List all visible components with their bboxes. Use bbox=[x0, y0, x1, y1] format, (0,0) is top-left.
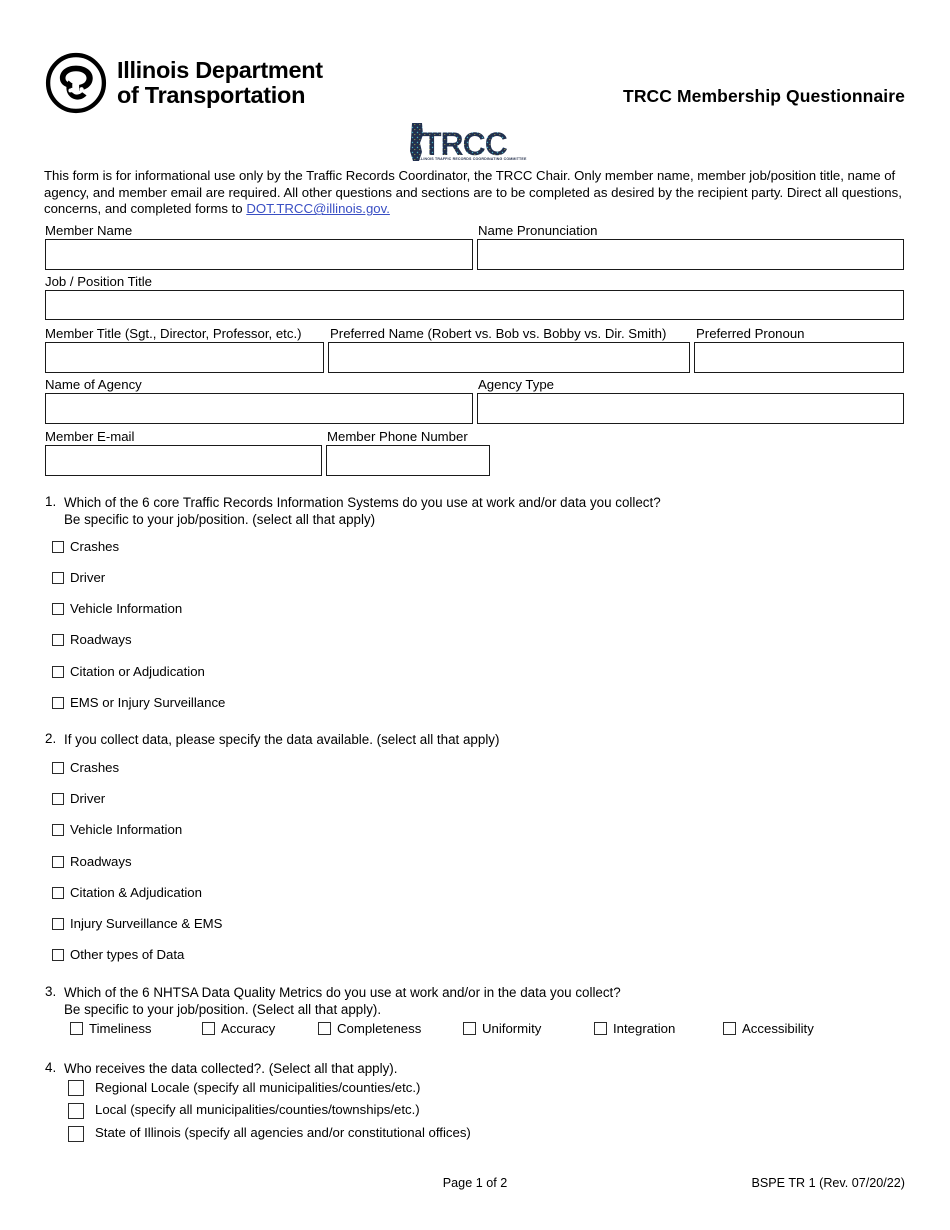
q2-line1: If you collect data, please specify the … bbox=[64, 732, 500, 747]
label-member-email: Member E-mail bbox=[45, 429, 135, 444]
idot-wordmark: Illinois Department of Transportation bbox=[117, 58, 323, 108]
q4-checkbox-regional-locale[interactable] bbox=[68, 1080, 84, 1096]
trcc-tagline: ILLINOIS TRAFFIC RECORDS COORDINATING CO… bbox=[417, 157, 527, 161]
q3-option-label-2: Completeness bbox=[337, 1021, 422, 1036]
trcc-email-link[interactable]: DOT.TRCC@illinois.gov. bbox=[246, 201, 390, 216]
q2-checkbox-other-types-of-data[interactable] bbox=[52, 949, 64, 961]
q2-checkbox-roadways[interactable] bbox=[52, 856, 64, 868]
q2-checkbox-driver[interactable] bbox=[52, 793, 64, 805]
q1-option-label-1: Driver bbox=[70, 570, 106, 585]
q2-option-label-0: Crashes bbox=[70, 760, 120, 775]
job-position-title-input[interactable] bbox=[45, 290, 904, 320]
q1-checkbox-vehicle-information[interactable] bbox=[52, 603, 64, 615]
preferred-name-input[interactable] bbox=[328, 342, 690, 373]
page-title: TRCC Membership Questionnaire bbox=[623, 86, 905, 106]
idot-agency-line2: of Transportation bbox=[117, 82, 306, 108]
label-member-title: Member Title (Sgt., Director, Professor,… bbox=[45, 326, 302, 341]
q3-checkbox-completeness[interactable] bbox=[318, 1022, 331, 1035]
q1-option-label-4: Citation or Adjudication bbox=[70, 664, 205, 679]
q1-checkbox-ems-or-injury-surveillance[interactable] bbox=[52, 697, 64, 709]
intro-paragraph: This form is for informational use only … bbox=[44, 168, 908, 218]
q1-option-label-5: EMS or Injury Surveillance bbox=[70, 695, 226, 710]
q4-number: 4. bbox=[45, 1060, 57, 1075]
footer-form-code: BSPE TR 1 (Rev. 07/20/22) bbox=[751, 1176, 905, 1190]
label-agency-type: Agency Type bbox=[478, 377, 555, 392]
q2-option-label-1: Driver bbox=[70, 791, 106, 806]
q3-line1: Which of the 6 NHTSA Data Quality Metric… bbox=[64, 985, 621, 1000]
q1-checkbox-citation-or-adjudication[interactable] bbox=[52, 666, 64, 678]
q1-line1: Which of the 6 core Traffic Records Info… bbox=[64, 495, 661, 510]
member-phone-input[interactable] bbox=[326, 445, 490, 476]
q3-number: 3. bbox=[45, 984, 57, 999]
q1-checkbox-roadways[interactable] bbox=[52, 634, 64, 646]
q2-option-label-2: Vehicle Information bbox=[70, 822, 183, 837]
intro-text: This form is for informational use only … bbox=[44, 168, 902, 217]
q1-option-label-0: Crashes bbox=[70, 539, 120, 554]
label-preferred-name: Preferred Name (Robert vs. Bob vs. Bobby… bbox=[330, 326, 667, 341]
q3-checkbox-accessibility[interactable] bbox=[723, 1022, 736, 1035]
q2-option-label-4: Citation & Adjudication bbox=[70, 885, 202, 900]
label-job-position-title: Job / Position Title bbox=[45, 274, 153, 289]
q3-option-label-3: Uniformity bbox=[482, 1021, 542, 1036]
member-name-input[interactable] bbox=[45, 239, 473, 270]
name-of-agency-input[interactable] bbox=[45, 393, 473, 424]
q1-checkbox-driver[interactable] bbox=[52, 572, 64, 584]
q1-option-label-2: Vehicle Information bbox=[70, 601, 183, 616]
q4-option-label-0: Regional Locale (specify all municipalit… bbox=[95, 1080, 421, 1095]
name-pronunciation-input[interactable] bbox=[477, 239, 904, 270]
idot-agency-line1: Illinois Department bbox=[117, 57, 323, 83]
label-member-name: Member Name bbox=[45, 223, 133, 238]
q3-option-label-1: Accuracy bbox=[221, 1021, 276, 1036]
member-title-input[interactable] bbox=[45, 342, 324, 373]
label-member-phone: Member Phone Number bbox=[327, 429, 468, 444]
q4-line1: Who receives the data collected?. (Selec… bbox=[64, 1061, 398, 1076]
q1-checkbox-crashes[interactable] bbox=[52, 541, 64, 553]
q2-checkbox-citation-adjudication[interactable] bbox=[52, 887, 64, 899]
page-header: Illinois Department of Transportation TRC… bbox=[0, 0, 950, 120]
q4-option-label-2: State of Illinois (specify all agencies … bbox=[95, 1125, 471, 1140]
q3-checkbox-accuracy[interactable] bbox=[202, 1022, 215, 1035]
agency-type-input[interactable] bbox=[477, 393, 904, 424]
q1-option-label-3: Roadways bbox=[70, 632, 132, 647]
q2-option-label-6: Other types of Data bbox=[70, 947, 185, 962]
q3-checkbox-timeliness[interactable] bbox=[70, 1022, 83, 1035]
q3-option-label-0: Timeliness bbox=[89, 1021, 152, 1036]
label-preferred-pronoun: Preferred Pronoun bbox=[696, 326, 805, 341]
q2-number: 2. bbox=[45, 731, 57, 746]
label-name-of-agency: Name of Agency bbox=[45, 377, 142, 392]
q3-line2: Be specific to your job/position. (Selec… bbox=[64, 1002, 382, 1017]
q2-checkbox-vehicle-information[interactable] bbox=[52, 824, 64, 836]
q2-checkbox-injury-surveillance-ems[interactable] bbox=[52, 918, 64, 930]
q1-number: 1. bbox=[45, 494, 57, 509]
q1-line2: Be specific to your job/position. (selec… bbox=[64, 512, 376, 527]
q3-checkbox-integration[interactable] bbox=[594, 1022, 607, 1035]
q4-checkbox-state-of-illinois[interactable] bbox=[68, 1126, 84, 1142]
idot-logo: Illinois Department of Transportation bbox=[45, 52, 323, 114]
label-name-pronunciation: Name Pronunciation bbox=[478, 223, 598, 238]
q4-checkbox-local[interactable] bbox=[68, 1103, 84, 1119]
q3-option-label-5: Accessibility bbox=[742, 1021, 814, 1036]
idot-emblem-icon bbox=[45, 52, 107, 114]
q3-option-label-4: Integration bbox=[613, 1021, 676, 1036]
q4-option-label-1: Local (specify all municipalities/counti… bbox=[95, 1102, 420, 1117]
preferred-pronoun-input[interactable] bbox=[694, 342, 904, 373]
q2-option-label-5: Injury Surveillance & EMS bbox=[70, 916, 223, 931]
q3-checkbox-uniformity[interactable] bbox=[463, 1022, 476, 1035]
q2-checkbox-crashes[interactable] bbox=[52, 762, 64, 774]
member-email-input[interactable] bbox=[45, 445, 322, 476]
q2-option-label-3: Roadways bbox=[70, 854, 132, 869]
